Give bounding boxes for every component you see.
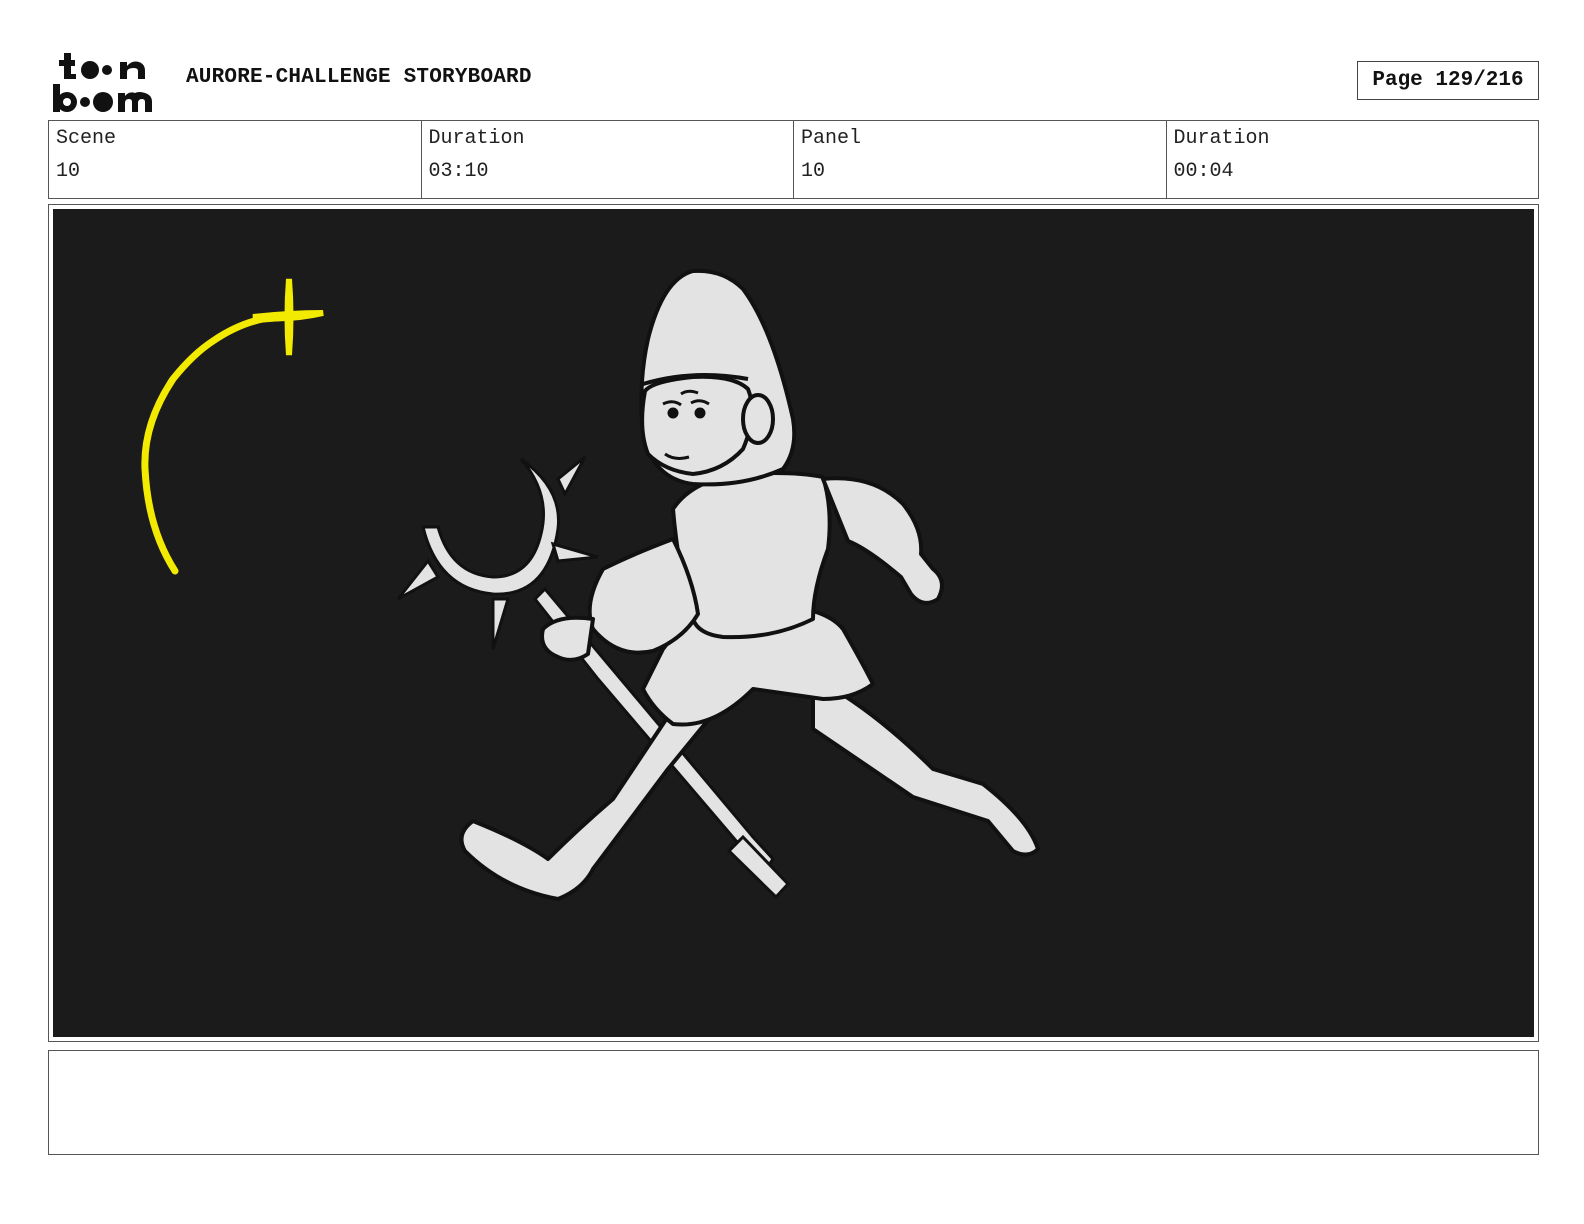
page-indicator: Page 129/216 (1357, 61, 1539, 100)
scene-duration-value: 03:10 (428, 160, 489, 183)
panel-label: Panel (801, 127, 862, 150)
panel-duration-cell: Duration 00:04 (1167, 121, 1539, 198)
scene-duration-cell: Duration 03:10 (422, 121, 794, 198)
panel-info-table: Scene 10 Duration 03:10 Panel 10 Duratio… (48, 120, 1539, 199)
page-label: Page 129/216 (1372, 69, 1524, 92)
panel-duration-value: 00:04 (1173, 160, 1234, 183)
scene-value: 10 (56, 160, 81, 183)
scene-label: Scene (56, 127, 117, 150)
gnome-figure (459, 268, 1040, 901)
panel-notes-box (48, 1050, 1539, 1155)
panel-duration-label: Duration (1173, 127, 1270, 150)
storyboard-title: AURORE-CHALLENGE STORYBOARD (186, 66, 532, 89)
sparkle-trail (141, 278, 324, 575)
scene-cell: Scene 10 (49, 121, 422, 198)
scene-duration-label: Duration (428, 127, 525, 150)
toon-boom-logo (50, 50, 166, 114)
panel-cell: Panel 10 (794, 121, 1167, 198)
panel-value: 10 (801, 160, 826, 183)
panel-drawing (53, 209, 1534, 1037)
